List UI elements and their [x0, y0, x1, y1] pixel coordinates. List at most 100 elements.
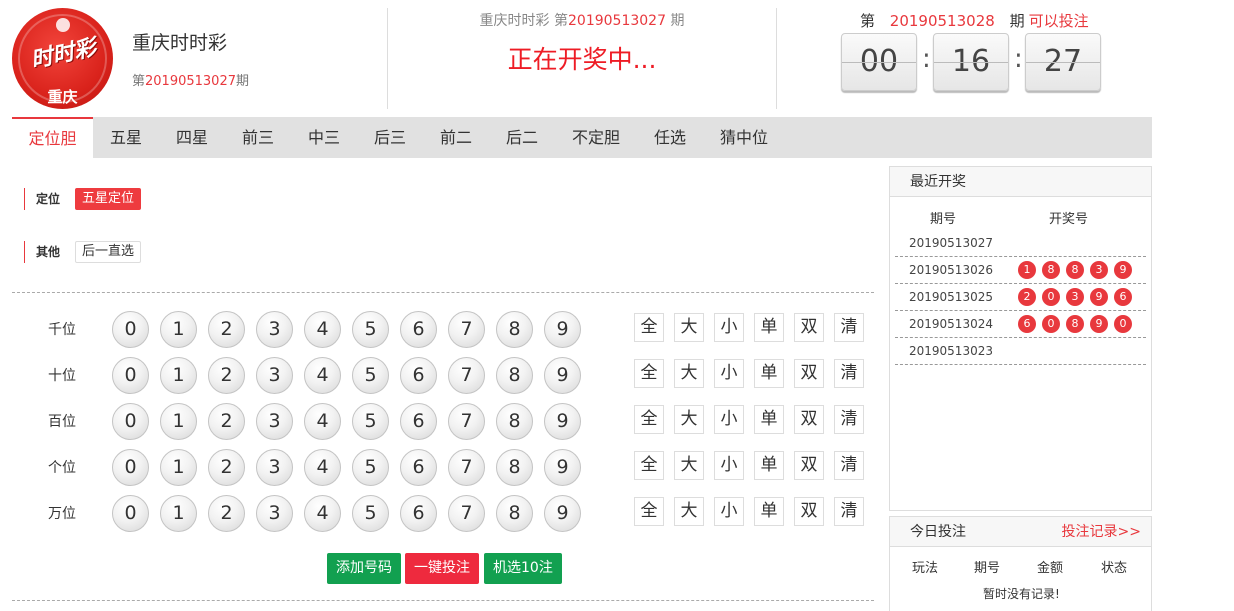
quick-pick-button[interactable]: 小	[714, 359, 744, 388]
play-option-houyi-zhixuan[interactable]: 后一直选	[75, 241, 142, 263]
number-ball[interactable]: 0	[112, 449, 149, 486]
tab-housan[interactable]: 后三	[357, 117, 423, 158]
number-ball[interactable]: 2	[208, 449, 245, 486]
quick-pick-button[interactable]: 全	[634, 359, 664, 388]
number-ball[interactable]: 6	[400, 357, 437, 394]
tab-qiansan[interactable]: 前三	[225, 117, 291, 158]
number-ball[interactable]: 2	[208, 495, 245, 532]
number-ball[interactable]: 0	[112, 403, 149, 440]
quick-pick-button[interactable]: 大	[674, 405, 704, 434]
number-ball[interactable]: 1	[160, 357, 197, 394]
quick-pick-button[interactable]: 双	[794, 451, 824, 480]
number-ball[interactable]: 9	[544, 495, 581, 532]
number-ball[interactable]: 2	[208, 403, 245, 440]
quick-pick-button[interactable]: 大	[674, 497, 704, 526]
number-ball[interactable]: 6	[400, 449, 437, 486]
add-numbers-button[interactable]: 添加号码	[327, 553, 401, 584]
number-ball[interactable]: 5	[352, 311, 389, 348]
number-ball[interactable]: 5	[352, 495, 389, 532]
quick-pick-button[interactable]: 全	[634, 451, 664, 480]
quick-pick-button[interactable]: 双	[794, 405, 824, 434]
number-ball[interactable]: 1	[160, 449, 197, 486]
quick-pick-button[interactable]: 单	[754, 313, 784, 342]
number-ball[interactable]: 9	[544, 403, 581, 440]
quick-pick-button[interactable]: 小	[714, 451, 744, 480]
quick-pick-button[interactable]: 小	[714, 313, 744, 342]
quick-pick-button[interactable]: 全	[634, 313, 664, 342]
play-option-wuxing-dingwei[interactable]: 五星定位	[75, 188, 142, 210]
number-ball[interactable]: 7	[448, 311, 485, 348]
tab-zhongsan[interactable]: 中三	[291, 117, 357, 158]
quick-pick-button[interactable]: 清	[834, 405, 864, 434]
quick-pick-button[interactable]: 大	[674, 451, 704, 480]
number-ball[interactable]: 5	[352, 357, 389, 394]
number-ball[interactable]: 7	[448, 357, 485, 394]
number-ball[interactable]: 7	[448, 495, 485, 532]
number-ball[interactable]: 1	[160, 495, 197, 532]
number-ball[interactable]: 3	[256, 495, 293, 532]
number-ball[interactable]: 4	[304, 449, 341, 486]
quick-pick-button[interactable]: 全	[634, 497, 664, 526]
number-ball[interactable]: 5	[352, 403, 389, 440]
number-ball[interactable]: 3	[256, 449, 293, 486]
number-ball[interactable]: 3	[256, 311, 293, 348]
countdown-separator: :	[1014, 44, 1023, 74]
number-ball[interactable]: 3	[256, 357, 293, 394]
tab-renxuan[interactable]: 任选	[637, 117, 703, 158]
one-click-bet-button[interactable]: 一键投注	[405, 553, 479, 584]
quick-pick-button[interactable]: 双	[794, 313, 824, 342]
number-ball[interactable]: 0	[112, 495, 149, 532]
quick-pick-button[interactable]: 全	[634, 405, 664, 434]
number-ball[interactable]: 9	[544, 357, 581, 394]
number-ball[interactable]: 3	[256, 403, 293, 440]
quick-pick-button[interactable]: 单	[754, 451, 784, 480]
quick-pick-button[interactable]: 清	[834, 497, 864, 526]
number-ball[interactable]: 7	[448, 403, 485, 440]
number-ball[interactable]: 0	[112, 311, 149, 348]
number-ball[interactable]: 8	[496, 449, 533, 486]
tab-budingdan[interactable]: 不定胆	[555, 117, 637, 158]
quick-pick-button[interactable]: 小	[714, 497, 744, 526]
quick-pick-button[interactable]: 清	[834, 451, 864, 480]
quick-pick-button[interactable]: 大	[674, 313, 704, 342]
draw-number-ball: 0	[1042, 315, 1060, 333]
random-10-button[interactable]: 机选10注	[484, 553, 562, 584]
quick-pick-button[interactable]: 清	[834, 313, 864, 342]
draw-number-ball: 9	[1114, 261, 1132, 279]
number-ball[interactable]: 7	[448, 449, 485, 486]
tab-wuxing[interactable]: 五星	[93, 117, 159, 158]
quick-pick-button[interactable]: 双	[794, 497, 824, 526]
number-ball[interactable]: 8	[496, 495, 533, 532]
number-ball[interactable]: 2	[208, 311, 245, 348]
number-ball[interactable]: 4	[304, 403, 341, 440]
quick-pick-button[interactable]: 大	[674, 359, 704, 388]
quick-pick-button[interactable]: 清	[834, 359, 864, 388]
tab-houer[interactable]: 后二	[489, 117, 555, 158]
number-ball[interactable]: 8	[496, 357, 533, 394]
number-ball[interactable]: 6	[400, 495, 437, 532]
bet-history-link[interactable]: 投注记录>>	[1062, 517, 1141, 547]
number-ball[interactable]: 1	[160, 311, 197, 348]
tab-qianer[interactable]: 前二	[423, 117, 489, 158]
quick-pick-button[interactable]: 单	[754, 497, 784, 526]
quick-pick-button[interactable]: 小	[714, 405, 744, 434]
number-ball[interactable]: 1	[160, 403, 197, 440]
number-ball[interactable]: 4	[304, 357, 341, 394]
number-ball[interactable]: 9	[544, 311, 581, 348]
number-ball[interactable]: 5	[352, 449, 389, 486]
number-ball[interactable]: 6	[400, 311, 437, 348]
number-ball[interactable]: 2	[208, 357, 245, 394]
quick-pick-button[interactable]: 双	[794, 359, 824, 388]
tab-sixing[interactable]: 四星	[159, 117, 225, 158]
tab-caizhongwei[interactable]: 猜中位	[703, 117, 785, 158]
number-ball[interactable]: 0	[112, 357, 149, 394]
number-ball[interactable]: 6	[400, 403, 437, 440]
quick-pick-button[interactable]: 单	[754, 405, 784, 434]
tab-dingweidan[interactable]: 定位胆	[12, 117, 93, 158]
quick-pick-button[interactable]: 单	[754, 359, 784, 388]
number-ball[interactable]: 8	[496, 311, 533, 348]
number-ball[interactable]: 4	[304, 311, 341, 348]
number-ball[interactable]: 9	[544, 449, 581, 486]
number-ball[interactable]: 4	[304, 495, 341, 532]
number-ball[interactable]: 8	[496, 403, 533, 440]
